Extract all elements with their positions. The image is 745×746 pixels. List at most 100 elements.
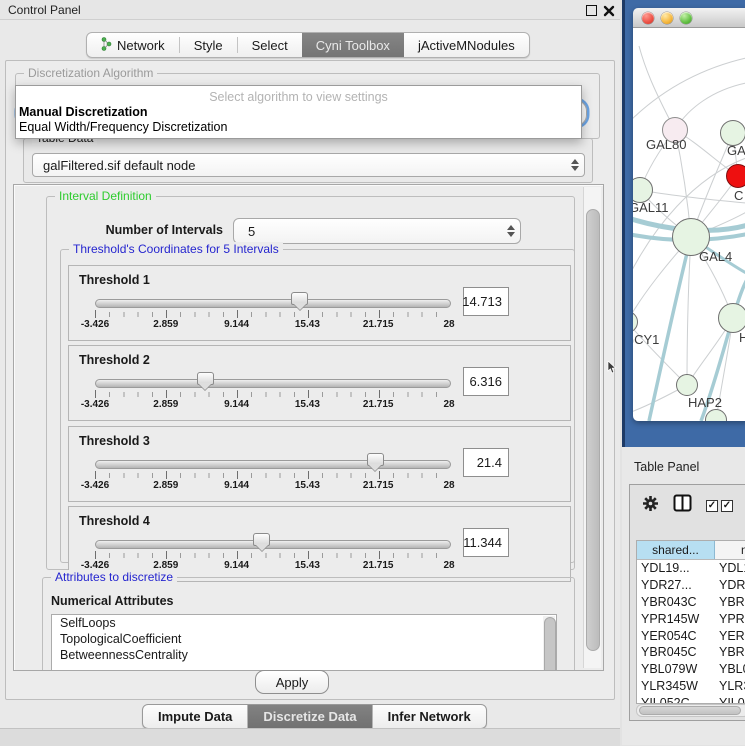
tab-select[interactable]: Select [238,33,302,57]
slider-ticks-major [95,390,450,398]
panel-scrollbar-thumb[interactable] [586,209,600,651]
dropdown-option-equal-width-frequency[interactable]: Equal Width/Frequency Discretization [19,120,227,134]
threshold-3-value-field[interactable]: 21.4 [463,448,509,477]
table-row[interactable]: YBR045CYBR0 [637,644,745,661]
dropdown-option-manual-discretization[interactable]: Manual Discretization [19,105,148,119]
table-row[interactable]: YBR043CYBR0 [637,594,745,611]
tab-style-label: Style [194,38,223,53]
columns-icon[interactable] [673,494,692,517]
close-icon[interactable] [603,4,615,16]
threshold-1-slider-track[interactable] [95,299,451,308]
column-header-shared-name[interactable]: shared... [637,541,715,559]
tab-jactivemnodules[interactable]: jActiveMNodules [404,33,529,57]
tick-label: 21.715 [363,319,394,330]
checkbox-icon[interactable]: ✓ [721,500,733,512]
table-horizontal-scrollbar[interactable] [636,704,745,717]
tick-label: 28 [443,480,454,491]
table-cell: YER054C [637,629,715,643]
network-node-selected[interactable] [726,164,745,188]
tick-label: 21.715 [363,399,394,410]
attribute-item[interactable]: TopologicalCoefficient [52,631,556,647]
table-data-combobox[interactable]: galFiltered.sif default node [32,153,585,177]
table-row[interactable]: YDL19...YDL1 [637,560,745,577]
table-row[interactable]: YIL052CYIL0 [637,694,745,704]
gear-icon[interactable] [642,495,659,517]
threshold-3-slider-track[interactable] [95,460,451,469]
table-cell: YBR043C [637,595,715,609]
slider-ticks-major [95,471,450,479]
tab-impute-data[interactable]: Impute Data [143,705,248,728]
table-row[interactable]: YBL079WYBL0 [637,661,745,678]
table-row[interactable]: YDR27...YDR2 [637,577,745,594]
control-panel-tabbar: Network Style Select Cyni Toolbox jActiv… [86,32,530,58]
bottom-tabbar: Impute Data Discretize Data Infer Networ… [142,704,487,729]
network-window-titlebar[interactable] [633,8,745,28]
number-of-intervals-spinner[interactable]: 5 [233,218,521,244]
network-node[interactable] [718,303,745,333]
node-table-body: YDL19...YDL1YDR27...YDR2YBR043CYBR0YPR14… [637,560,745,704]
number-of-intervals-value: 5 [234,224,502,239]
table-row[interactable]: YPR145WYPR1 [637,610,745,627]
node-attribute-table: shared... n YDL19...YDL1YDR27...YDR2YBR0… [636,540,745,704]
tick-label: 2.859 [153,319,178,330]
control-panel-titlebar: Control Panel [0,0,620,20]
tab-style[interactable]: Style [180,33,237,57]
slider-tick-labels: -3.4262.8599.14415.4321.71528 [95,399,449,412]
attribute-item[interactable]: SelfLoops [52,615,556,631]
attributes-scrollbar-thumb[interactable] [544,617,556,671]
table-horizontal-scrollbar-thumb[interactable] [639,706,741,715]
mac-close-icon[interactable] [642,12,654,24]
float-window-icon[interactable] [586,5,597,16]
tick-label: 9.144 [224,319,249,330]
threshold-4-slider-track[interactable] [95,540,451,549]
threshold-3-slider-thumb[interactable] [367,453,384,466]
tab-infer-network[interactable]: Infer Network [373,705,486,728]
tick-label: 28 [443,560,454,571]
table-cell: YDR2 [715,578,745,592]
panel-scrollbar[interactable] [583,187,601,668]
threshold-1-value-field[interactable]: 14.713 [463,287,509,316]
table-data-combobox-value: galFiltered.sif default node [33,158,566,173]
tab-network[interactable]: Network [87,33,179,57]
table-cell: YBR0 [715,595,745,609]
threshold-2-slider-thumb[interactable] [197,372,214,385]
threshold-4-slider-thumb[interactable] [253,533,270,546]
table-row[interactable]: YER054CYER0 [637,627,745,644]
network-node[interactable] [676,374,698,396]
numerical-attributes-list[interactable]: SelfLoopsTopologicalCoefficientBetweenne… [51,614,557,671]
threshold-3-label: Threshold 3 [79,434,150,448]
network-canvas[interactable]: GAL80 GA C GAL11 GAL4 GCY1 H HAP2 [633,28,745,421]
node-label-partial: C [734,188,743,203]
table-cell: YPR145W [637,612,715,626]
tab-cyni-toolbox[interactable]: Cyni Toolbox [302,33,404,57]
tab-network-label: Network [117,38,165,53]
threshold-2-slider-track[interactable] [95,379,451,388]
attribute-item[interactable]: BetweennessCentrality [52,647,556,663]
thresholds-group: Threshold's Coordinates for 5 Intervals … [60,249,575,563]
table-cell: YBL0 [715,662,745,676]
node-label-partial: H [739,330,745,345]
table-row[interactable]: YLR345WYLR3 [637,678,745,695]
attributes-scrollbar[interactable] [543,616,555,671]
mac-minimize-icon[interactable] [661,12,673,24]
threshold-2-value-field[interactable]: 6.316 [463,367,509,396]
threshold-3-box: Threshold 3 -3.4262.8599.14415.4321.7152… [68,426,571,502]
tick-label: 2.859 [153,480,178,491]
table-cell: YLR345W [637,679,715,693]
combo-stepper-icon [566,159,584,171]
control-panel-title: Control Panel [8,3,81,17]
column-header-name[interactable]: n [715,541,745,559]
mac-zoom-icon[interactable] [680,12,692,24]
spinner-stepper-icon [502,225,520,237]
tab-discretize-data[interactable]: Discretize Data [248,705,372,728]
node-label-partial: GA [727,143,745,158]
node-label-gal11: GAL11 [633,200,669,215]
apply-button[interactable]: Apply [255,670,329,694]
checkbox-icon[interactable]: ✓ [706,500,718,512]
table-cell: YDL1 [715,561,745,575]
threshold-4-value-field[interactable]: 11.344 [463,528,509,557]
tick-label: 9.144 [224,399,249,410]
threshold-1-slider-thumb[interactable] [291,292,308,305]
network-icon [101,37,112,54]
slider-tick-labels: -3.4262.8599.14415.4321.71528 [95,319,449,332]
